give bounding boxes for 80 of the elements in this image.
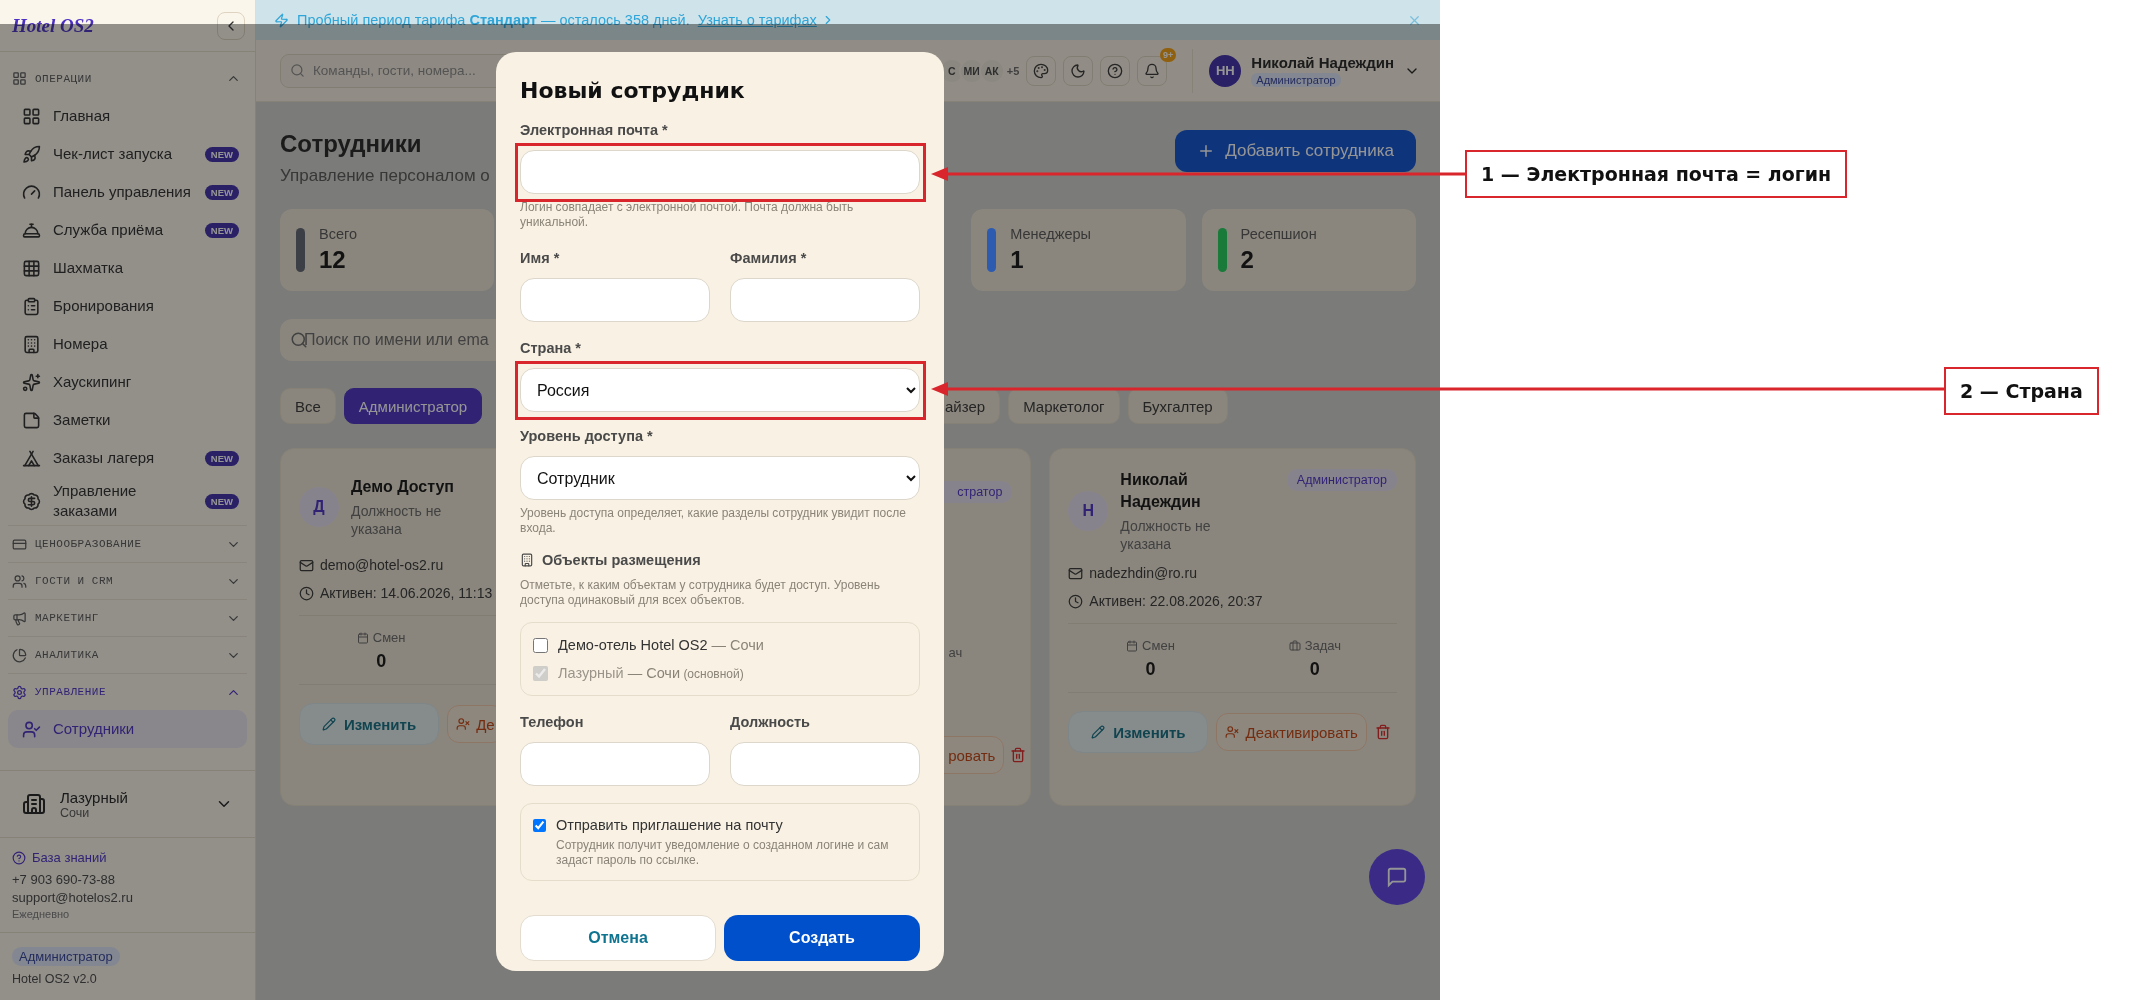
last-active-text: Активен: 22.08.2026, 20:37 [1089,593,1263,609]
nav-label: Чек-лист запуска [53,144,173,164]
nav-label: Служба приёма [53,220,165,240]
user-avatar: НН [1209,54,1242,87]
section-title: АНАЛИТИКА [35,649,100,661]
stat-label: ач [948,645,963,660]
field-label: Уровень доступа * [520,427,654,446]
field-hint: Отметьте, к каким объектам у сотрудника будет доступ. Уровень доступа одинаковый для всех объектов. [520,578,881,608]
stat-label: Смен [1126,638,1175,653]
nav-label: Шахматка [53,258,125,278]
user-name: Николай Надеждин [1251,54,1394,71]
page-subtitle: Управление персоналом о [280,166,490,186]
employee-position: Должность не указана [1120,517,1212,553]
employee-email: nadezhdin@ro.ru [1089,565,1197,581]
new-badge: NEW [204,450,239,466]
field-hint: Логин совпадает с электронной почтой. Почта должна быть уникальной. [520,200,855,230]
invite-label: Отправить приглашение на почту [556,816,784,834]
employee-avatar: Д [299,487,339,527]
support-hours: Ежедневно [12,908,71,920]
field-label: Фамилия * [730,249,808,268]
section-title: Объекты размещения [542,552,701,568]
employee-name: Николай Надеждин [1120,470,1202,512]
nav-label: Сотрудники [53,719,136,739]
stat-label: Задач [1288,638,1341,653]
stat-label: Смен [356,630,406,645]
nav-label: Управление заказами [53,481,138,521]
banner-text: Пробный период тарифа Стандарт — осталось 358 дней. [297,12,690,28]
section-title: УПРАВЛЕНИЕ [35,686,107,698]
property-name: Лазурный [60,788,129,806]
stat-label: Всего [319,226,358,242]
role-badge: Администратор [1286,469,1397,491]
section-title: ОПЕРАЦИИ [35,72,93,85]
field-label: Электронная почта * [520,121,669,140]
field-label: Телефон [520,713,585,732]
annotation-label: 2 — Страна [1944,367,2099,415]
field-label: Страна * [520,339,582,358]
property-city: Сочи [60,805,90,820]
stat-label: Ресепшион [1240,226,1317,242]
new-badge: NEW [204,222,239,238]
new-badge: NEW [204,184,239,200]
stat-value: 12 [319,246,347,274]
property-option-label: Демо-отель Hotel OS2 — Сочи [558,637,764,653]
nav-label: Заметки [53,410,112,430]
stat-label: Менеджеры [1010,226,1091,242]
annotation-label: 1 — Электронная почта = логин [1465,150,1848,198]
nav-label: Хаускипинг [53,372,133,392]
stat-value: 1 [1010,246,1025,274]
nav-label: Бронирования [53,296,155,316]
field-hint: Уровень доступа определяет, какие разделы сотрудник увидит после входа. [520,506,907,536]
invite-hint: Сотрудник получит уведомление о созданном логине и сам задаст пароль по ссылке. [556,838,890,868]
support-email: support@hotelos2.ru [12,890,134,905]
new-badge: NEW [204,146,239,162]
support-phone: +7 903 690-73-88 [12,872,116,887]
nav-label: Номера [53,334,109,354]
stat-value: 0 [1309,659,1320,680]
role-badge: Администратор [12,947,120,966]
notification-count: 9+ [1160,47,1177,62]
version-text: Hotel OS2 v2.0 [12,972,97,986]
property-option-label: Лазурный — Сочи (основной) [558,665,744,681]
employee-position: Должность не указана [351,502,443,538]
user-role-badge: Администратор [1251,73,1341,87]
nav-label: Заказы лагеря [53,448,156,468]
section-title: ГОСТИ И CRM [35,575,115,587]
employee-avatar: Н [1068,491,1109,531]
nav-label: Главная [53,106,112,126]
section-title: ЦЕНООБРАЗОВАНИЕ [35,538,143,550]
user-avatar: АК [978,57,1005,84]
stat-value: 0 [376,651,387,672]
field-label: Должность [730,713,811,732]
stat-value: 2 [1240,246,1255,274]
more-users-count: +5 [1006,64,1020,77]
stat-value: 0 [1145,659,1156,680]
new-badge: NEW [204,493,239,509]
nav-label: Панель управления [53,182,192,202]
field-label: Имя * [520,249,561,268]
page-title: Сотрудники [280,130,423,158]
employee-email: demo@hotel-os2.ru [320,557,444,573]
last-active-text: Активен: 14.06.2026, 11:13 [320,585,493,601]
employee-name: Демо Доступ [351,477,455,497]
section-title: МАРКЕТИНГ [35,612,100,624]
